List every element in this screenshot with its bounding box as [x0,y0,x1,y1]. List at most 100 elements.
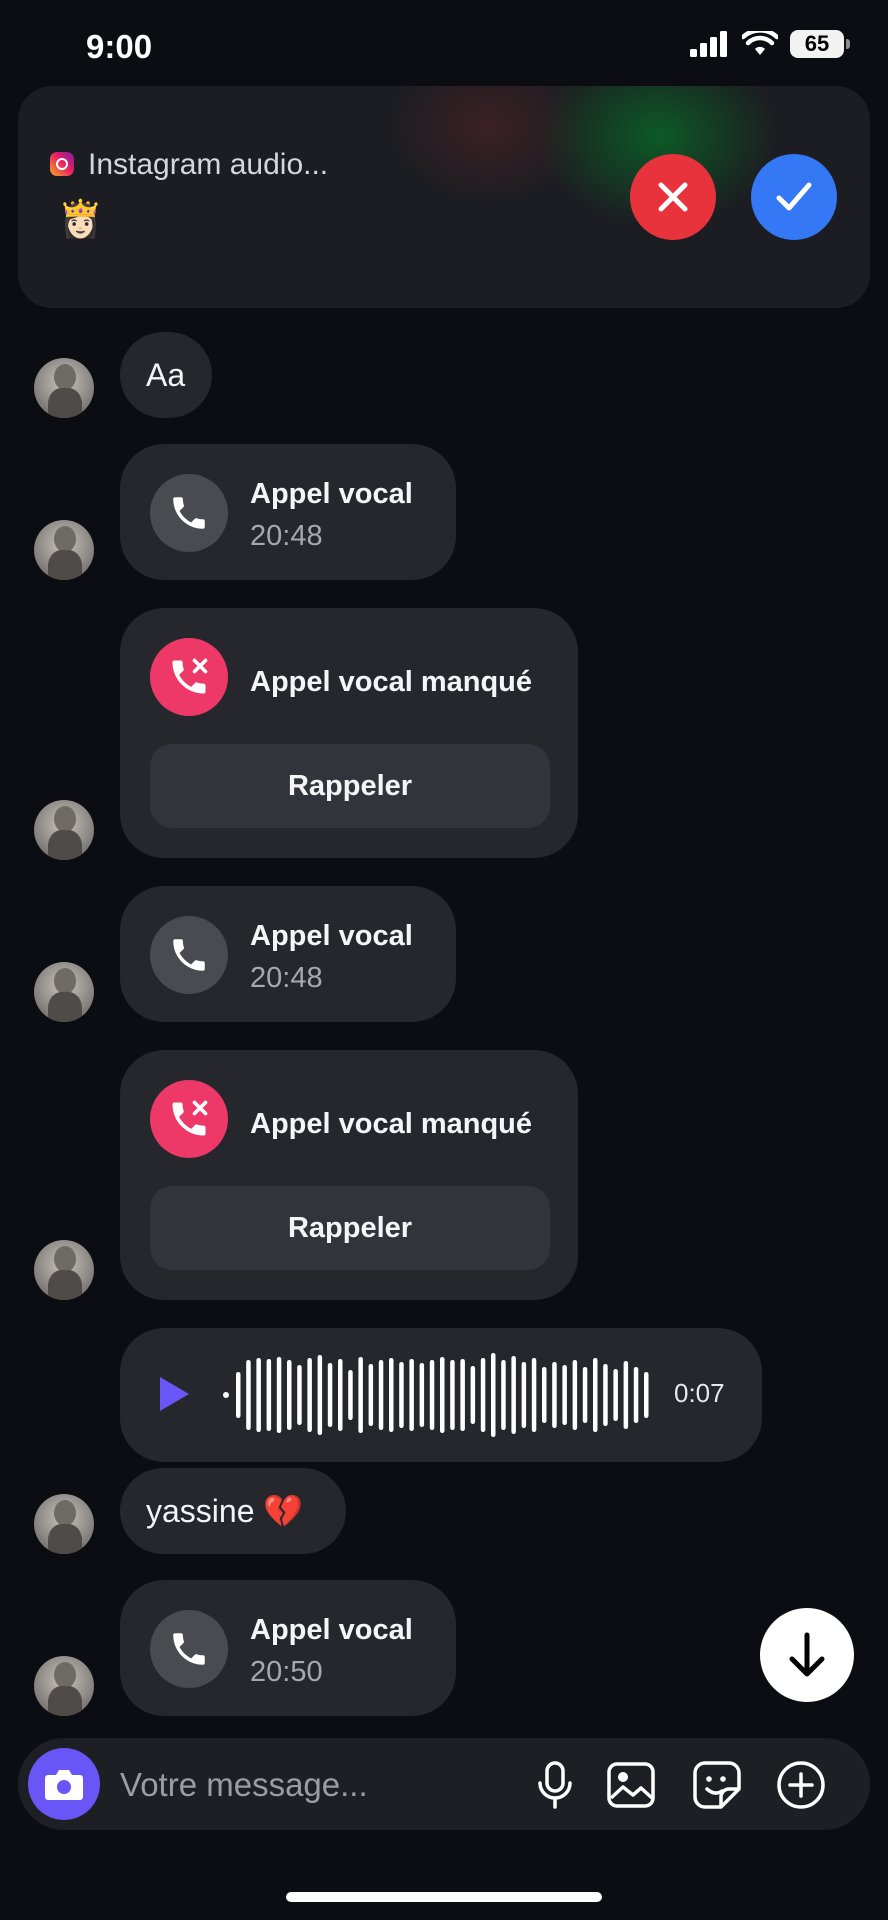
call-bubble[interactable]: Appel vocal 20:48 [120,444,456,580]
call-title: Appel vocal [250,1614,413,1646]
waveform-bar [317,1355,323,1435]
call-banner-title: Instagram audio... [88,148,329,181]
waveform-bar [552,1362,557,1428]
call-time: 20:48 [250,962,323,994]
avatar[interactable] [34,962,94,1022]
waveform-bar [470,1366,476,1424]
waveform-bar [562,1365,567,1425]
avatar[interactable] [34,1240,94,1300]
waveform-bar [603,1364,608,1426]
waveform-bar [450,1360,455,1430]
waveform-bar [378,1360,384,1430]
waveform-bar [582,1367,588,1423]
waveform-bar [256,1358,261,1432]
microphone-button[interactable] [528,1758,582,1812]
waveform-bar [511,1356,516,1434]
call-time: 20:48 [250,520,323,552]
waveform-bar [399,1362,404,1428]
waveform-bar [246,1360,251,1430]
avatar[interactable] [34,1656,94,1716]
voice-message-bubble[interactable]: 0:07 [120,1328,762,1462]
waveform-bar [389,1358,394,1432]
waveform-bar [521,1362,527,1428]
avatar[interactable] [34,358,94,418]
waveform-bar [287,1360,292,1430]
call-title: Appel vocal [250,920,413,952]
plus-circle-icon [777,1761,825,1809]
add-button[interactable] [774,1758,828,1812]
waveform-bar [276,1357,282,1433]
waveform-bar [460,1359,465,1431]
waveform-bar [644,1372,649,1418]
camera-icon [45,1770,83,1800]
call-bubble[interactable]: Appel vocal 20:48 [120,886,456,1022]
missed-call-icon [150,1080,228,1158]
decline-call-button[interactable] [630,154,716,240]
wifi-icon [742,31,778,55]
waveform-bar [542,1367,547,1423]
waveform-bar [633,1367,639,1423]
waveform-bar [593,1358,598,1432]
gallery-button[interactable] [604,1758,658,1812]
cellular-signal-icon [690,31,727,57]
waveform-dot [223,1392,229,1398]
phone-icon [150,474,228,552]
image-icon [607,1762,655,1808]
message-composer [18,1738,870,1830]
waveform-bar [429,1360,435,1430]
voice-duration: 0:07 [674,1378,725,1408]
missed-call-title: Appel vocal manqué [250,666,533,698]
sticker-button[interactable] [690,1758,744,1812]
microphone-icon [538,1761,572,1809]
status-icons: 65 [690,30,850,58]
waveform-bar [501,1360,506,1430]
call-time: 20:50 [250,1656,323,1688]
message-bubble[interactable]: yassine 💔 [120,1468,346,1554]
waveform-bar [266,1359,272,1431]
accept-call-button[interactable] [751,154,837,240]
play-icon[interactable] [156,1374,192,1414]
waveform-bar [348,1370,353,1420]
call-bubble[interactable]: Appel vocal 20:50 [120,1580,456,1716]
waveform-bar [368,1364,374,1426]
instagram-icon [50,152,74,176]
avatar[interactable] [34,520,94,580]
phone-icon [150,1610,228,1688]
call-title: Appel vocal [250,478,413,510]
avatar[interactable] [34,800,94,860]
waveform-bar [440,1357,445,1433]
waveform-bar [572,1360,578,1430]
waveform-bar [531,1358,537,1432]
scroll-to-bottom-button[interactable] [760,1608,854,1702]
waveform-bar [338,1359,343,1431]
missed-call-bubble[interactable]: Appel vocal manqué Rappeler [120,1050,578,1300]
waveform-bar [623,1361,629,1429]
missed-call-bubble[interactable]: Appel vocal manqué Rappeler [120,608,578,858]
waveform-bar [480,1358,486,1432]
checkmark-icon [776,182,812,211]
sticker-icon [693,1761,741,1809]
home-indicator[interactable] [286,1892,602,1902]
caller-emoji: 👸🏻 [58,198,103,239]
waveform-bar [613,1369,618,1421]
waveform-bar [307,1358,312,1432]
arrow-down-icon [789,1632,825,1677]
waveform-bar [409,1359,414,1431]
missed-call-icon [150,638,228,716]
call-back-button[interactable]: Rappeler [150,1186,550,1270]
waveform-bar [236,1372,241,1418]
status-time: 9:00 [86,28,153,65]
camera-button[interactable] [28,1748,100,1820]
waveform-bar [358,1357,363,1433]
close-icon [658,182,688,212]
waveform-bar [491,1353,496,1437]
message-bubble[interactable]: Aa [120,332,212,418]
waveform-bar [327,1363,333,1427]
avatar[interactable] [34,1494,94,1554]
message-input[interactable] [118,1752,522,1818]
incoming-call-banner[interactable]: Instagram audio... 👸🏻 [18,86,870,308]
battery-indicator: 65 [790,30,850,58]
call-back-button[interactable]: Rappeler [150,744,550,828]
audio-waveform[interactable] [222,1350,672,1440]
missed-call-title: Appel vocal manqué [250,1108,533,1140]
